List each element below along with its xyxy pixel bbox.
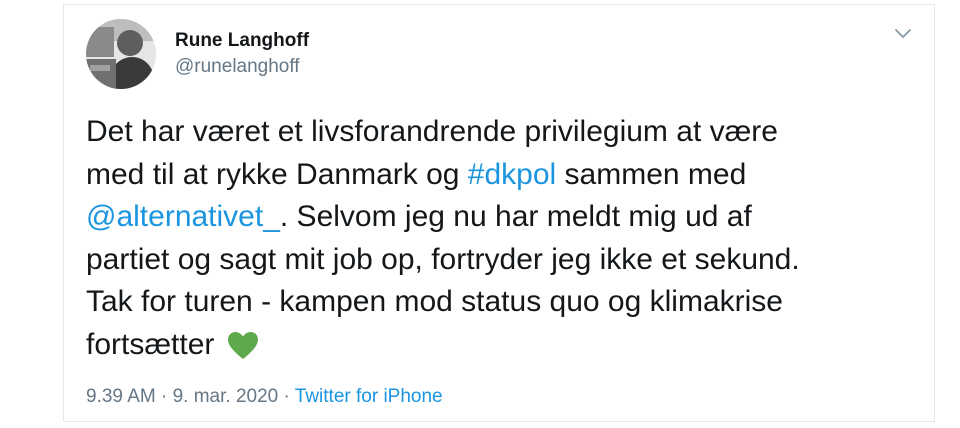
tweet-text-segment: sammen med — [564, 157, 747, 191]
tweet-time[interactable]: 9.39 AM — [86, 386, 156, 407]
author-handle[interactable]: @runelanghoff — [175, 54, 309, 80]
tweet-text: Det har været et livsforandrende privile… — [86, 111, 916, 373]
hashtag-link[interactable]: #dkpol — [468, 158, 556, 191]
meta-separator: · — [155, 386, 173, 407]
tweet-header: Rune Langhoff @runelanghoff — [86, 17, 309, 91]
tweet-meta: 9.39 AM · 9. mar. 2020 · Twitter for iPh… — [86, 384, 443, 410]
green-heart-icon — [227, 331, 259, 374]
author-display-name[interactable]: Rune Langhoff — [175, 28, 309, 54]
avatar-photo — [86, 19, 156, 89]
meta-separator: · — [278, 386, 295, 407]
chevron-down-icon[interactable] — [894, 27, 912, 41]
tweet-card: Rune Langhoff @runelanghoff Det har være… — [63, 4, 935, 422]
author-names: Rune Langhoff @runelanghoff — [175, 28, 309, 80]
tweet-source-link[interactable]: Twitter for iPhone — [295, 386, 443, 407]
tweet-date[interactable]: 9. mar. 2020 — [173, 386, 279, 407]
mention-link[interactable]: @alternativet_ — [86, 200, 280, 233]
avatar[interactable] — [86, 19, 156, 89]
